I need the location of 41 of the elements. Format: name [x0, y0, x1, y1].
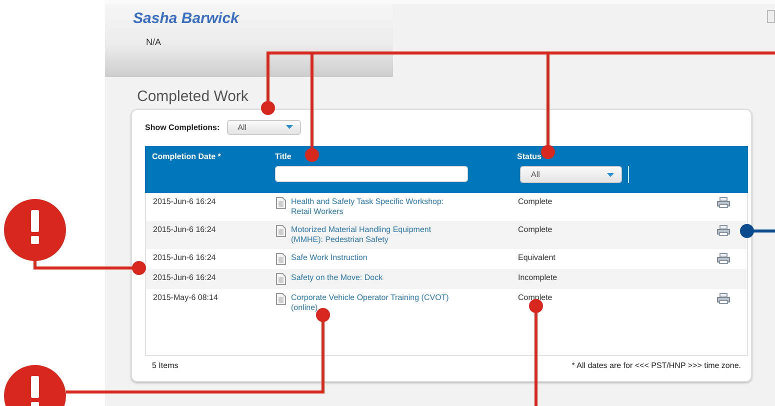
status-cell-text: Complete	[518, 197, 554, 207]
printer-icon[interactable]	[717, 225, 730, 236]
document-icon	[276, 273, 286, 285]
caret-icon	[286, 125, 293, 129]
document-icon	[276, 225, 286, 237]
column-header[interactable]: Title	[275, 152, 292, 161]
course-link[interactable]: Safety on the Move: Dock	[291, 273, 461, 283]
filter-label: Show Completions:	[145, 122, 220, 132]
alert-icon	[4, 365, 66, 406]
section-title: Completed Work	[137, 88, 250, 105]
caret-icon	[607, 172, 614, 176]
column-header[interactable]: Completion Date *	[152, 152, 221, 161]
printer-icon[interactable]	[717, 253, 730, 264]
person-detail: N/A	[146, 37, 162, 47]
date-cell-text: 2015-Jun-6 16:24	[152, 253, 217, 263]
date-cell-text: 2015-Jun-6 16:24	[152, 225, 217, 235]
printer-icon[interactable]	[717, 197, 730, 208]
course-link[interactable]: Motorized Material Handling Equipment (MMHE): Pedestrian Safety	[291, 225, 461, 245]
course-link[interactable]: Health and Safety Task Specific Workshop: Retail Workers	[291, 197, 461, 217]
status-cell-text: Incomplete	[518, 273, 558, 283]
item-count: 5 Items	[152, 361, 178, 370]
document-icon	[276, 253, 286, 265]
status-cell-text: Equivalent	[518, 253, 556, 263]
course-link[interactable]: Corporate Vehicle Operator Training (CVOT) (online)	[291, 293, 461, 313]
document-icon	[276, 293, 286, 305]
status-cell-text: Complete	[518, 225, 554, 235]
printer-icon[interactable]	[717, 293, 730, 304]
document-icon	[276, 197, 286, 209]
column-header[interactable]: Status	[517, 152, 542, 161]
date-cell-text: 2015-May-6 08:14	[152, 293, 219, 303]
completions-dropdown[interactable]: All	[226, 120, 301, 134]
timezone-note: * All dates are for <<< PST/HNP >>> time zone.	[572, 361, 741, 370]
callout-connector	[740, 224, 775, 238]
title-filter-field[interactable]	[275, 166, 468, 182]
date-cell-text: 2015-Jun-6 16:24	[152, 273, 217, 283]
status-dropdown[interactable]: All	[520, 166, 622, 183]
alert-icon	[4, 199, 66, 261]
date-cell-text: 2015-Jun-6 16:24	[152, 197, 217, 207]
status-cell-text: Complete	[518, 293, 554, 303]
person-name: Sasha Barwick	[133, 10, 240, 27]
course-link[interactable]: Safe Work Instruction	[291, 253, 461, 263]
